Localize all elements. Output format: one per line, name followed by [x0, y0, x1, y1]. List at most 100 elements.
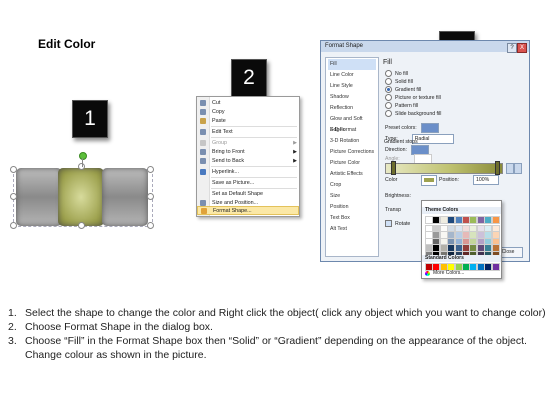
- radio-dot: [385, 70, 392, 77]
- gradient-stop[interactable]: [391, 161, 396, 175]
- menu-item-send-to-back[interactable]: Send to Back ▶: [197, 156, 299, 165]
- category-reflection[interactable]: Reflection: [328, 103, 376, 114]
- radio-dot: [385, 94, 392, 101]
- rotate-handle[interactable]: [79, 152, 87, 160]
- size-icon: [200, 199, 206, 206]
- menu-item-paste[interactable]: Paste: [197, 116, 299, 125]
- radio-label: Solid fill: [395, 78, 413, 85]
- preset-colors-dropdown[interactable]: [420, 123, 439, 133]
- clipboard-icon: [200, 117, 206, 124]
- add-stop-button[interactable]: [506, 163, 514, 174]
- menu-label: Size and Position...: [212, 199, 259, 206]
- category-size[interactable]: Size: [328, 191, 376, 202]
- gradient-bar[interactable]: [385, 163, 503, 174]
- position-input[interactable]: 100%: [473, 175, 499, 185]
- radio-label: Gradient fill: [395, 86, 422, 93]
- category-text-box[interactable]: Text Box: [328, 213, 376, 224]
- resize-handle[interactable]: [147, 166, 154, 173]
- category-position[interactable]: Position: [328, 202, 376, 213]
- category-alt-text[interactable]: Alt Text: [328, 224, 376, 235]
- blank-icon: [200, 191, 206, 197]
- standard-colors-heading: Standard Colors: [422, 255, 501, 262]
- gray-shape-left[interactable]: [16, 168, 62, 226]
- menu-item-hyperlink[interactable]: Hyperlink...: [197, 167, 299, 176]
- category-shadow[interactable]: Shadow: [328, 92, 376, 103]
- more-colors-label: More Colors...: [433, 270, 465, 276]
- dialog-title: Format Shape: [325, 43, 364, 49]
- menu-item-bring-to-front[interactable]: Bring to Front ▶: [197, 147, 299, 156]
- radio-slide-background-fill[interactable]: Slide background fill: [385, 110, 441, 117]
- category-glow[interactable]: Glow and Soft Edges: [328, 114, 376, 133]
- gradient-stop-selected[interactable]: [495, 161, 500, 175]
- resize-handle[interactable]: [147, 222, 154, 229]
- color-swatch[interactable]: [491, 216, 500, 224]
- radio-solid-fill[interactable]: Solid fill: [385, 78, 413, 85]
- menu-item-format-shape[interactable]: Format Shape...: [197, 206, 299, 215]
- menu-label: Send to Back: [212, 157, 245, 164]
- field-label: Preset colors:: [385, 125, 417, 131]
- category-3d-format[interactable]: 3-D Format: [328, 125, 376, 136]
- radio-dot: [385, 102, 392, 109]
- gradient-stops-text: Gradient stops: [384, 139, 418, 145]
- radio-no-fill[interactable]: No fill: [385, 70, 408, 77]
- resize-handle[interactable]: [10, 222, 17, 229]
- resize-handle[interactable]: [78, 222, 85, 229]
- globe-icon: [200, 168, 206, 175]
- resize-handle[interactable]: [10, 166, 17, 173]
- menu-label: Paste: [212, 117, 226, 124]
- rotate-handle-stem: [82, 158, 83, 167]
- menu-label: Group: [212, 139, 227, 146]
- menu-item-cut[interactable]: Cut: [197, 98, 299, 107]
- green-shape-selected[interactable]: [58, 168, 104, 226]
- color-picker-button[interactable]: [421, 175, 437, 186]
- resize-handle[interactable]: [147, 193, 154, 200]
- help-button[interactable]: ?: [507, 43, 517, 53]
- radio-picture-fill[interactable]: Picture or texture fill: [385, 94, 441, 101]
- page-title: Edit Color: [38, 37, 96, 51]
- category-fill[interactable]: Fill: [328, 59, 376, 70]
- submenu-arrow-icon: ▶: [293, 157, 297, 164]
- remove-stop-button[interactable]: [514, 163, 522, 174]
- more-colors-item[interactable]: More Colors...: [425, 270, 464, 276]
- instructions: 1. Select the shape to change the color a…: [8, 306, 548, 362]
- category-picture-corrections[interactable]: Picture Corrections: [328, 147, 376, 158]
- rotate-checkbox-row[interactable]: Rotate: [385, 220, 410, 227]
- position-label: Position:: [439, 177, 459, 183]
- rotate-checkbox[interactable]: [385, 220, 392, 227]
- menu-label: Hyperlink...: [212, 168, 239, 175]
- instruction-text: Select the shape to change the color and…: [25, 307, 546, 319]
- category-artistic-effects[interactable]: Artistic Effects: [328, 169, 376, 180]
- menu-item-edit-text[interactable]: Edit Text: [197, 127, 299, 136]
- resize-handle[interactable]: [10, 193, 17, 200]
- dialog-title-bar: Format Shape: [321, 41, 529, 52]
- category-crop[interactable]: Crop: [328, 180, 376, 191]
- instruction-item: 1. Select the shape to change the color a…: [8, 306, 548, 320]
- menu-item-set-default-shape[interactable]: Set as Default Shape: [197, 189, 299, 198]
- category-line-style[interactable]: Line Style: [328, 81, 376, 92]
- radio-label: Slide background fill: [395, 110, 442, 117]
- radio-dot-selected: [385, 86, 392, 93]
- radio-dot: [385, 78, 392, 85]
- instruction-number: 3.: [8, 335, 17, 347]
- gray-shape-right[interactable]: [102, 168, 148, 226]
- instruction-item: 2. Choose Format Shape in the dialog box.: [8, 320, 548, 334]
- brightness-label: Brightness:: [385, 193, 411, 199]
- menu-item-save-as-picture[interactable]: Save as Picture...: [197, 178, 299, 187]
- menu-item-copy[interactable]: Copy: [197, 107, 299, 116]
- category-3d-rotation[interactable]: 3-D Rotation: [328, 136, 376, 147]
- color-label: Color: [385, 177, 398, 183]
- color-swatch[interactable]: [491, 263, 500, 271]
- close-icon[interactable]: X: [517, 43, 527, 53]
- step-1-badge: 1: [72, 100, 108, 138]
- radio-label: Pattern fill: [395, 102, 419, 109]
- preset-colors-field: Preset colors:: [385, 123, 439, 133]
- radio-gradient-fill[interactable]: Gradient fill: [385, 86, 421, 93]
- radio-pattern-fill[interactable]: Pattern fill: [385, 102, 418, 109]
- step-2-badge: 2: [231, 59, 267, 97]
- transparency-label: Transp: [385, 207, 401, 213]
- bring-front-icon: [200, 148, 206, 155]
- shape-group[interactable]: [10, 163, 155, 229]
- category-line-color[interactable]: Line Color: [328, 70, 376, 81]
- category-picture-color[interactable]: Picture Color: [328, 158, 376, 169]
- fill-heading: Fill: [383, 59, 392, 66]
